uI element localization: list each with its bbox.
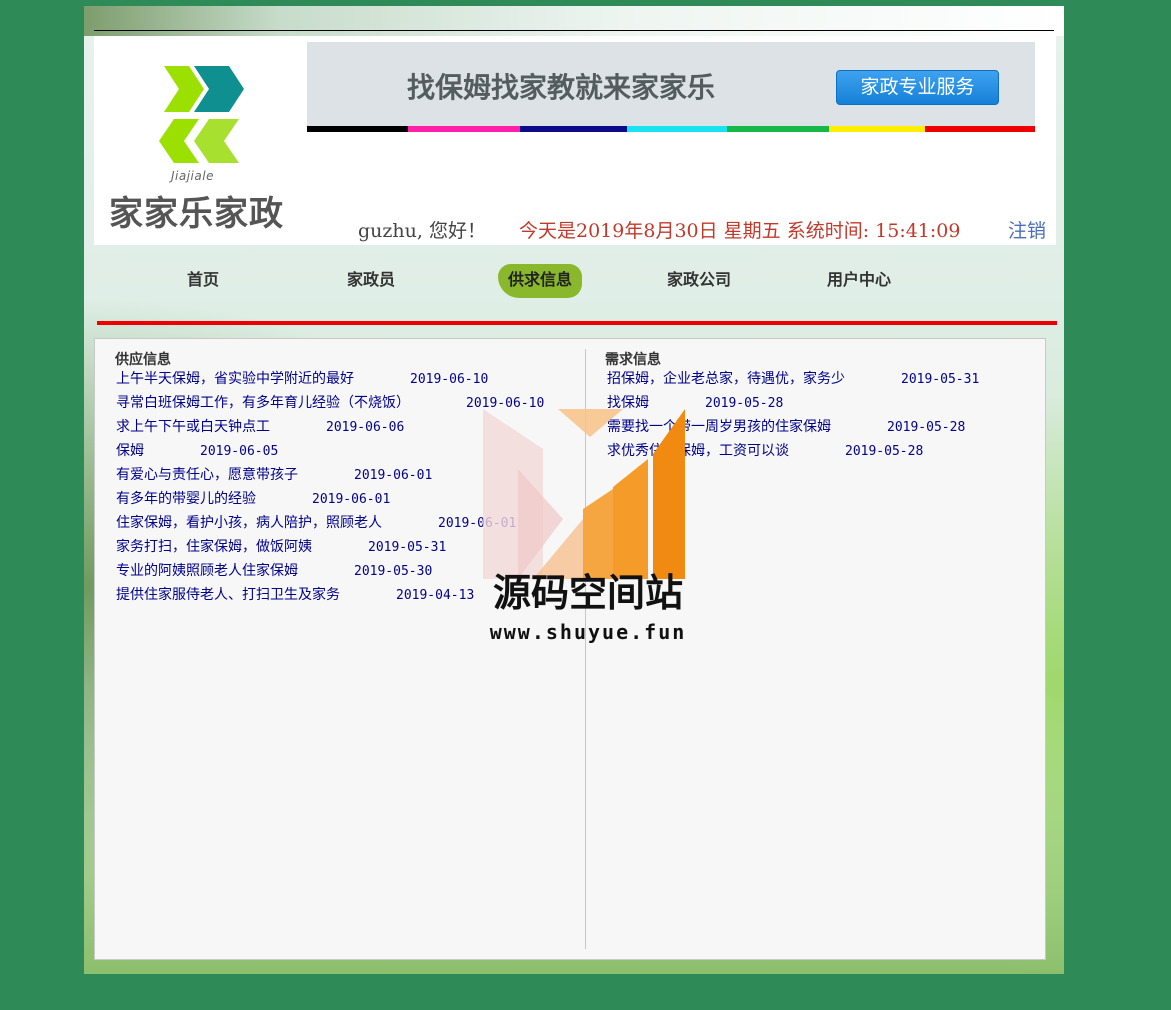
top-divider [94,30,1054,31]
user-greeting: guzhu, 您好！ [358,220,486,242]
nav-item-housekeepers[interactable]: 家政员 [347,266,395,306]
color-bar-segment [408,126,520,132]
color-bar-segment [307,126,408,132]
item-date: 2019-05-28 [705,396,784,411]
item-date: 2019-06-01 [354,468,433,483]
watermark-url: www.shuyue.fun [489,620,687,644]
item-date: 2019-04-13 [396,588,475,603]
item-date: 2019-05-28 [887,420,966,435]
supply-title: 供应信息 [115,352,171,368]
nav-underline [97,321,1057,325]
logo-title: 家家乐家政 [109,194,284,234]
nav-item-supply-demand[interactable]: 供求信息 [498,264,583,298]
color-bar-segment [520,126,627,132]
service-button[interactable]: 家政专业服务 [836,70,999,105]
nav-item-user-center[interactable]: 用户中心 [827,266,891,306]
system-datetime: 今天是2019年8月30日 星期五 系统时间: 15:41:09 [519,220,961,242]
color-bar [307,126,1035,132]
item-title-link[interactable]: 寻常白班保姆工作，有多年育儿经验（不烧饭） [116,395,410,411]
main-nav: 首页 家政员 供求信息 家政公司 用户中心 [84,256,1064,316]
item-date: 2019-05-31 [368,540,447,555]
item-title-link[interactable]: 上午半天保姆，省实验中学附近的最好 [116,371,354,387]
watermark-text: 源码空间站 [492,571,683,615]
banner: 找保姆找家教就来家家乐 家政专业服务 [307,42,1035,126]
item-date: 2019-05-30 [354,564,433,579]
color-bar-segment [627,126,727,132]
frame-top-gradient [84,6,1064,36]
item-title-link[interactable]: 家务打扫，住家保姆，做饭阿姨 [116,539,312,555]
item-date: 2019-06-01 [312,492,391,507]
header: Jiajiale 家家乐家政 找保姆找家教就来家家乐 家政专业服务 guzhu,… [94,36,1056,245]
item-title-link[interactable]: 住家保姆，看护小孩，病人陪护，照顾老人 [116,515,382,531]
color-bar-segment [925,126,1035,132]
item-title-link[interactable]: 提供住家服侍老人、打扫卫生及家务 [116,587,340,603]
item-date: 2019-06-06 [326,420,405,435]
item-title-link[interactable]: 有爱心与责任心，愿意带孩子 [116,467,298,483]
item-title-link[interactable]: 求上午下午或白天钟点工 [116,419,270,435]
item-date: 2019-06-05 [200,444,279,459]
color-bar-segment [727,126,829,132]
logo-subtitle: Jiajiale [171,169,214,183]
item-title-link[interactable]: 有多年的带婴儿的经验 [116,491,256,507]
item-date: 2019-05-28 [845,444,924,459]
item-title-link[interactable]: 保姆 [116,443,144,459]
item-date: 2019-05-31 [901,372,980,387]
banner-slogan: 找保姆找家教就来家家乐 [407,71,716,104]
nav-item-companies[interactable]: 家政公司 [667,266,731,306]
logout-link[interactable]: 注销 [1008,216,1046,243]
logo-icon [159,66,244,163]
nav-item-home[interactable]: 首页 [187,266,219,306]
color-bar-segment [829,126,925,132]
item-title-link[interactable]: 专业的阿姨照顾老人住家保姆 [116,563,298,579]
